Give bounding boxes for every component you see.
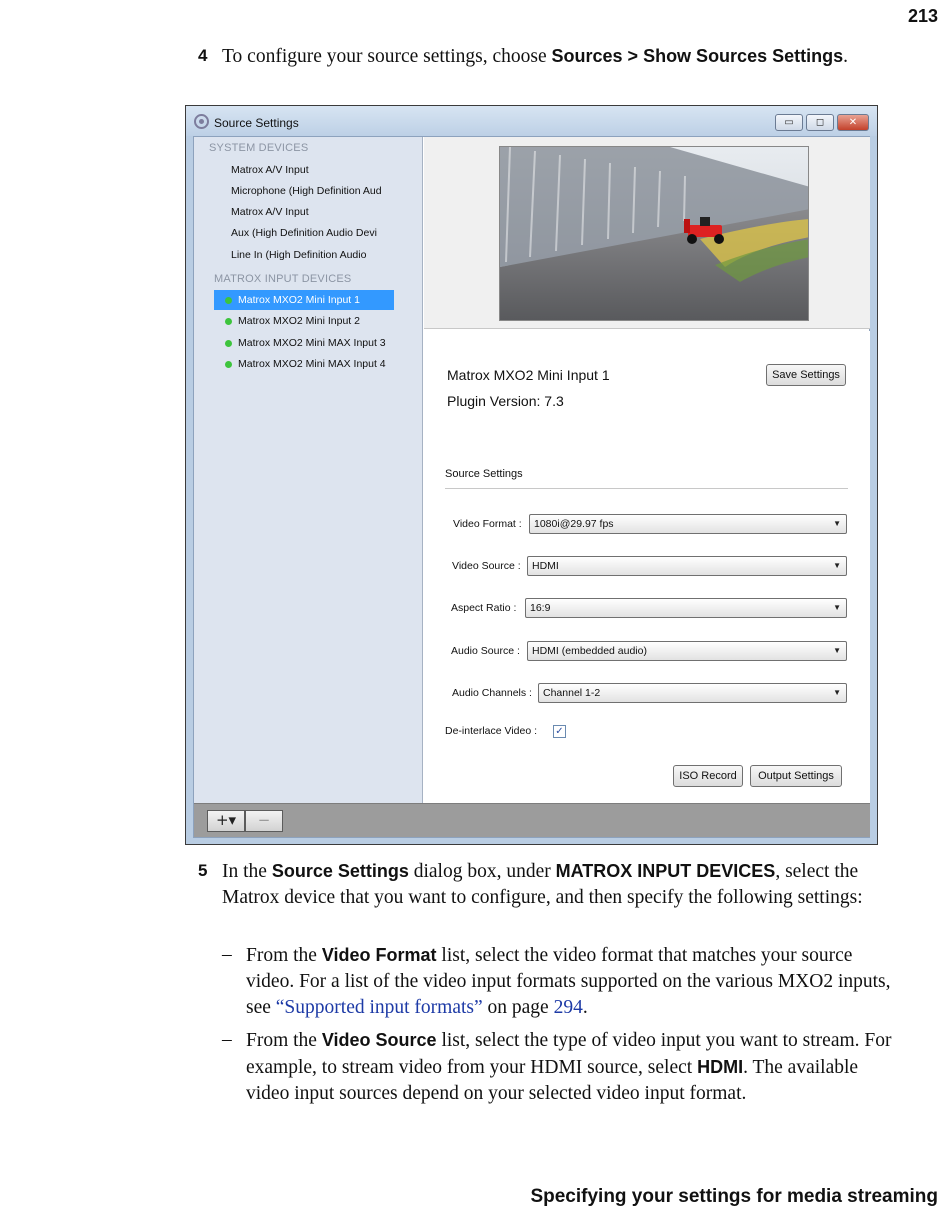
remove-device-button[interactable]: − — [245, 810, 283, 832]
deinterlace-checkbox[interactable]: ✓ — [553, 725, 566, 738]
preview-area — [424, 137, 870, 329]
matrox-input-devices-header: MATROX INPUT DEVICES — [214, 273, 352, 285]
maximize-button[interactable]: ◻ — [806, 114, 834, 131]
step-number: 5 — [198, 861, 208, 880]
output-settings-button[interactable]: Output Settings — [750, 765, 842, 787]
system-device-item[interactable]: Line In (High Definition Audio — [231, 249, 366, 261]
device-list-pane: SYSTEM DEVICES Matrox A/V Input Micropho… — [194, 137, 423, 803]
page-number: 213 — [907, 6, 938, 26]
page-294-link[interactable]: 294 — [554, 997, 583, 1018]
bottom-toolbar: +▾ − — [194, 803, 870, 837]
step-5: 5 In the Source Settings dialog box, und… — [198, 858, 898, 911]
source-settings-window: Source Settings ▭ ◻ ✕ SYSTEM DEVICES Mat… — [185, 105, 878, 845]
input-device-item-4[interactable]: Matrox MXO2 Mini MAX Input 4 — [214, 354, 394, 374]
system-device-item[interactable]: Aux (High Definition Audio Devi — [231, 227, 377, 239]
input-device-item-1[interactable]: Matrox MXO2 Mini Input 1 — [214, 290, 394, 310]
deinterlace-label: De-interlace Video : — [445, 725, 538, 737]
dropdown-arrow-icon: ▼ — [833, 646, 841, 655]
dropdown-arrow-icon: ▼ — [833, 519, 841, 528]
dash-marker: – — [222, 1029, 232, 1050]
plugin-version: Plugin Version: 7.3 — [447, 393, 564, 409]
supported-input-formats-link[interactable]: “Supported input formats” — [276, 997, 483, 1018]
audio-source-select[interactable]: HDMI (embedded audio) ▼ — [527, 641, 847, 661]
save-settings-button[interactable]: Save Settings — [766, 364, 846, 386]
title-bar: Source Settings ▭ ◻ ✕ — [186, 106, 877, 136]
aspect-ratio-select[interactable]: 16:9 ▼ — [525, 598, 847, 618]
close-button[interactable]: ✕ — [837, 114, 869, 131]
window-client-area: SYSTEM DEVICES Matrox A/V Input Micropho… — [193, 136, 870, 838]
dropdown-arrow-icon: ▼ — [833, 561, 841, 570]
race-car-preview-image — [500, 147, 808, 320]
step-text: To configure your source settings, choos… — [222, 46, 848, 67]
dropdown-arrow-icon: ▼ — [833, 688, 841, 697]
audio-source-label: Audio Source : — [451, 645, 520, 657]
video-source-select[interactable]: HDMI ▼ — [527, 556, 847, 576]
iso-record-button[interactable]: ISO Record — [673, 765, 743, 787]
minimize-button[interactable]: ▭ — [775, 114, 803, 131]
step-text: In the Source Settings dialog box, under… — [222, 861, 863, 908]
video-source-label: Video Source : — [452, 560, 521, 572]
audio-channels-select[interactable]: Channel 1-2 ▼ — [538, 683, 847, 703]
step-4: 4 To configure your source settings, cho… — [198, 43, 898, 70]
group-divider — [445, 488, 848, 489]
video-format-label: Video Format : — [453, 518, 522, 530]
input-device-item-2[interactable]: Matrox MXO2 Mini Input 2 — [214, 311, 394, 331]
window-title: Source Settings — [214, 116, 299, 130]
dropdown-arrow-icon: ▼ — [833, 603, 841, 612]
settings-pane: Matrox MXO2 Mini Input 1 Plugin Version:… — [424, 331, 870, 803]
settings-bullet-list: – From the Video Format list, select the… — [222, 942, 902, 1113]
status-dot-icon — [225, 340, 232, 347]
menu-path: Sources > Show Sources Settings — [551, 46, 844, 66]
gear-icon — [194, 114, 209, 129]
audio-channels-label: Audio Channels : — [452, 687, 532, 699]
status-dot-icon — [225, 297, 232, 304]
input-device-item-3[interactable]: Matrox MXO2 Mini MAX Input 3 — [214, 333, 394, 353]
bullet-video-format: – From the Video Format list, select the… — [222, 944, 891, 1018]
step-number: 4 — [198, 46, 208, 65]
bullet-video-source: – From the Video Source list, select the… — [222, 1029, 892, 1104]
aspect-ratio-label: Aspect Ratio : — [451, 602, 517, 614]
system-device-item[interactable]: Matrox A/V Input — [231, 164, 309, 176]
status-dot-icon — [225, 318, 232, 325]
system-device-item[interactable]: Matrox A/V Input — [231, 206, 309, 218]
footer-section-title: Specifying your settings for media strea… — [530, 1186, 938, 1207]
system-devices-header: SYSTEM DEVICES — [209, 142, 309, 154]
video-format-select[interactable]: 1080i@29.97 fps ▼ — [529, 514, 847, 534]
add-device-button[interactable]: +▾ — [207, 810, 245, 832]
status-dot-icon — [225, 361, 232, 368]
system-device-item[interactable]: Microphone (High Definition Aud — [231, 185, 382, 197]
dash-marker: – — [222, 944, 232, 965]
video-preview — [499, 146, 809, 321]
source-settings-group-label: Source Settings — [445, 468, 523, 480]
device-name: Matrox MXO2 Mini Input 1 — [447, 367, 610, 383]
